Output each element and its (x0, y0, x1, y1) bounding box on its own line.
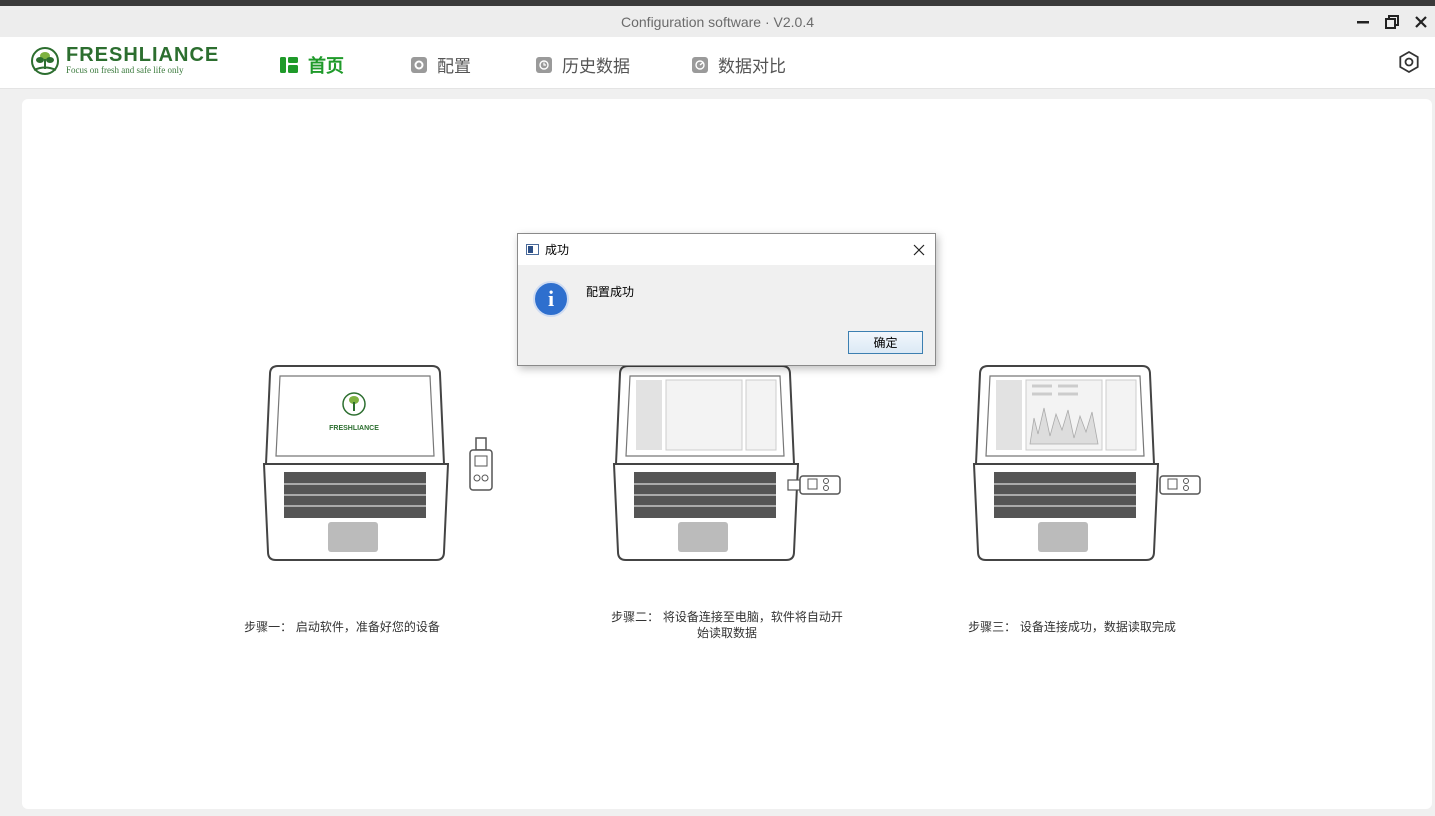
title-bar: Configuration software · V2.0.4 (0, 6, 1435, 37)
restore-icon (1384, 14, 1399, 29)
tree-logo-icon (31, 46, 59, 75)
info-icon: i (533, 281, 569, 317)
nav-compare-label: 数据对比 (718, 57, 786, 77)
settings-icon[interactable] (1397, 50, 1421, 74)
restore-button[interactable] (1377, 7, 1406, 36)
step2-caption: 步骤二： 将设备连接至电脑，软件将自动开始读取数据 (611, 610, 843, 640)
nav-home-label: 首页 (308, 56, 344, 77)
nav-home[interactable]: 首页 (280, 52, 344, 78)
brand-logo[interactable]: FRESHLIANCE Focus on fresh and safe life… (30, 45, 219, 76)
nav-config[interactable]: 配置 (411, 52, 471, 77)
nav-history[interactable]: 历史数据 (536, 52, 630, 77)
svg-text:FRESHLIANCE: FRESHLIANCE (329, 425, 379, 432)
brand-tagline: Focus on fresh and safe life only (66, 65, 184, 75)
minimize-icon (1356, 20, 1369, 23)
dialog-title-bar: 成功 (518, 234, 935, 265)
home-icon (280, 56, 298, 74)
dialog-app-icon (526, 244, 539, 255)
nav-config-label: 配置 (437, 57, 471, 77)
laptop-step2-illustration (612, 365, 841, 561)
step3-caption: 步骤三： 设备连接成功，数据读取完成 (968, 620, 1176, 634)
compare-icon (692, 56, 708, 73)
dialog-body: i 配置成功 确定 (518, 265, 935, 366)
minimize-button[interactable] (1348, 7, 1377, 36)
nav-compare[interactable]: 数据对比 (692, 52, 786, 77)
close-icon (913, 244, 925, 255)
dialog-close-button[interactable] (903, 234, 935, 265)
window-title: Configuration software · V2.0.4 (621, 13, 814, 30)
gear-icon (411, 56, 427, 73)
main-content: FRESHLIANCE 步骤一： 启动软件，准备好您的设备 步骤二： 将设备连接… (22, 99, 1432, 809)
dialog-title: 成功 (545, 243, 570, 257)
step1-caption: 步骤一： 启动软件，准备好您的设备 (244, 620, 440, 634)
nav-history-label: 历史数据 (562, 57, 630, 77)
ok-button[interactable]: 确定 (848, 331, 923, 354)
success-dialog: 成功 i 配置成功 确定 (517, 233, 936, 366)
close-window-button[interactable] (1406, 7, 1435, 36)
laptop-step1-illustration: FRESHLIANCE (262, 365, 493, 561)
window-controls (1348, 6, 1435, 37)
close-icon (1414, 15, 1427, 28)
laptop-step3-illustration (972, 365, 1201, 561)
brand-name: FRESHLIANCE (66, 44, 220, 66)
clock-icon (536, 56, 552, 73)
dialog-message: 配置成功 (586, 285, 635, 299)
nav-bar: FRESHLIANCE Focus on fresh and safe life… (0, 37, 1435, 89)
